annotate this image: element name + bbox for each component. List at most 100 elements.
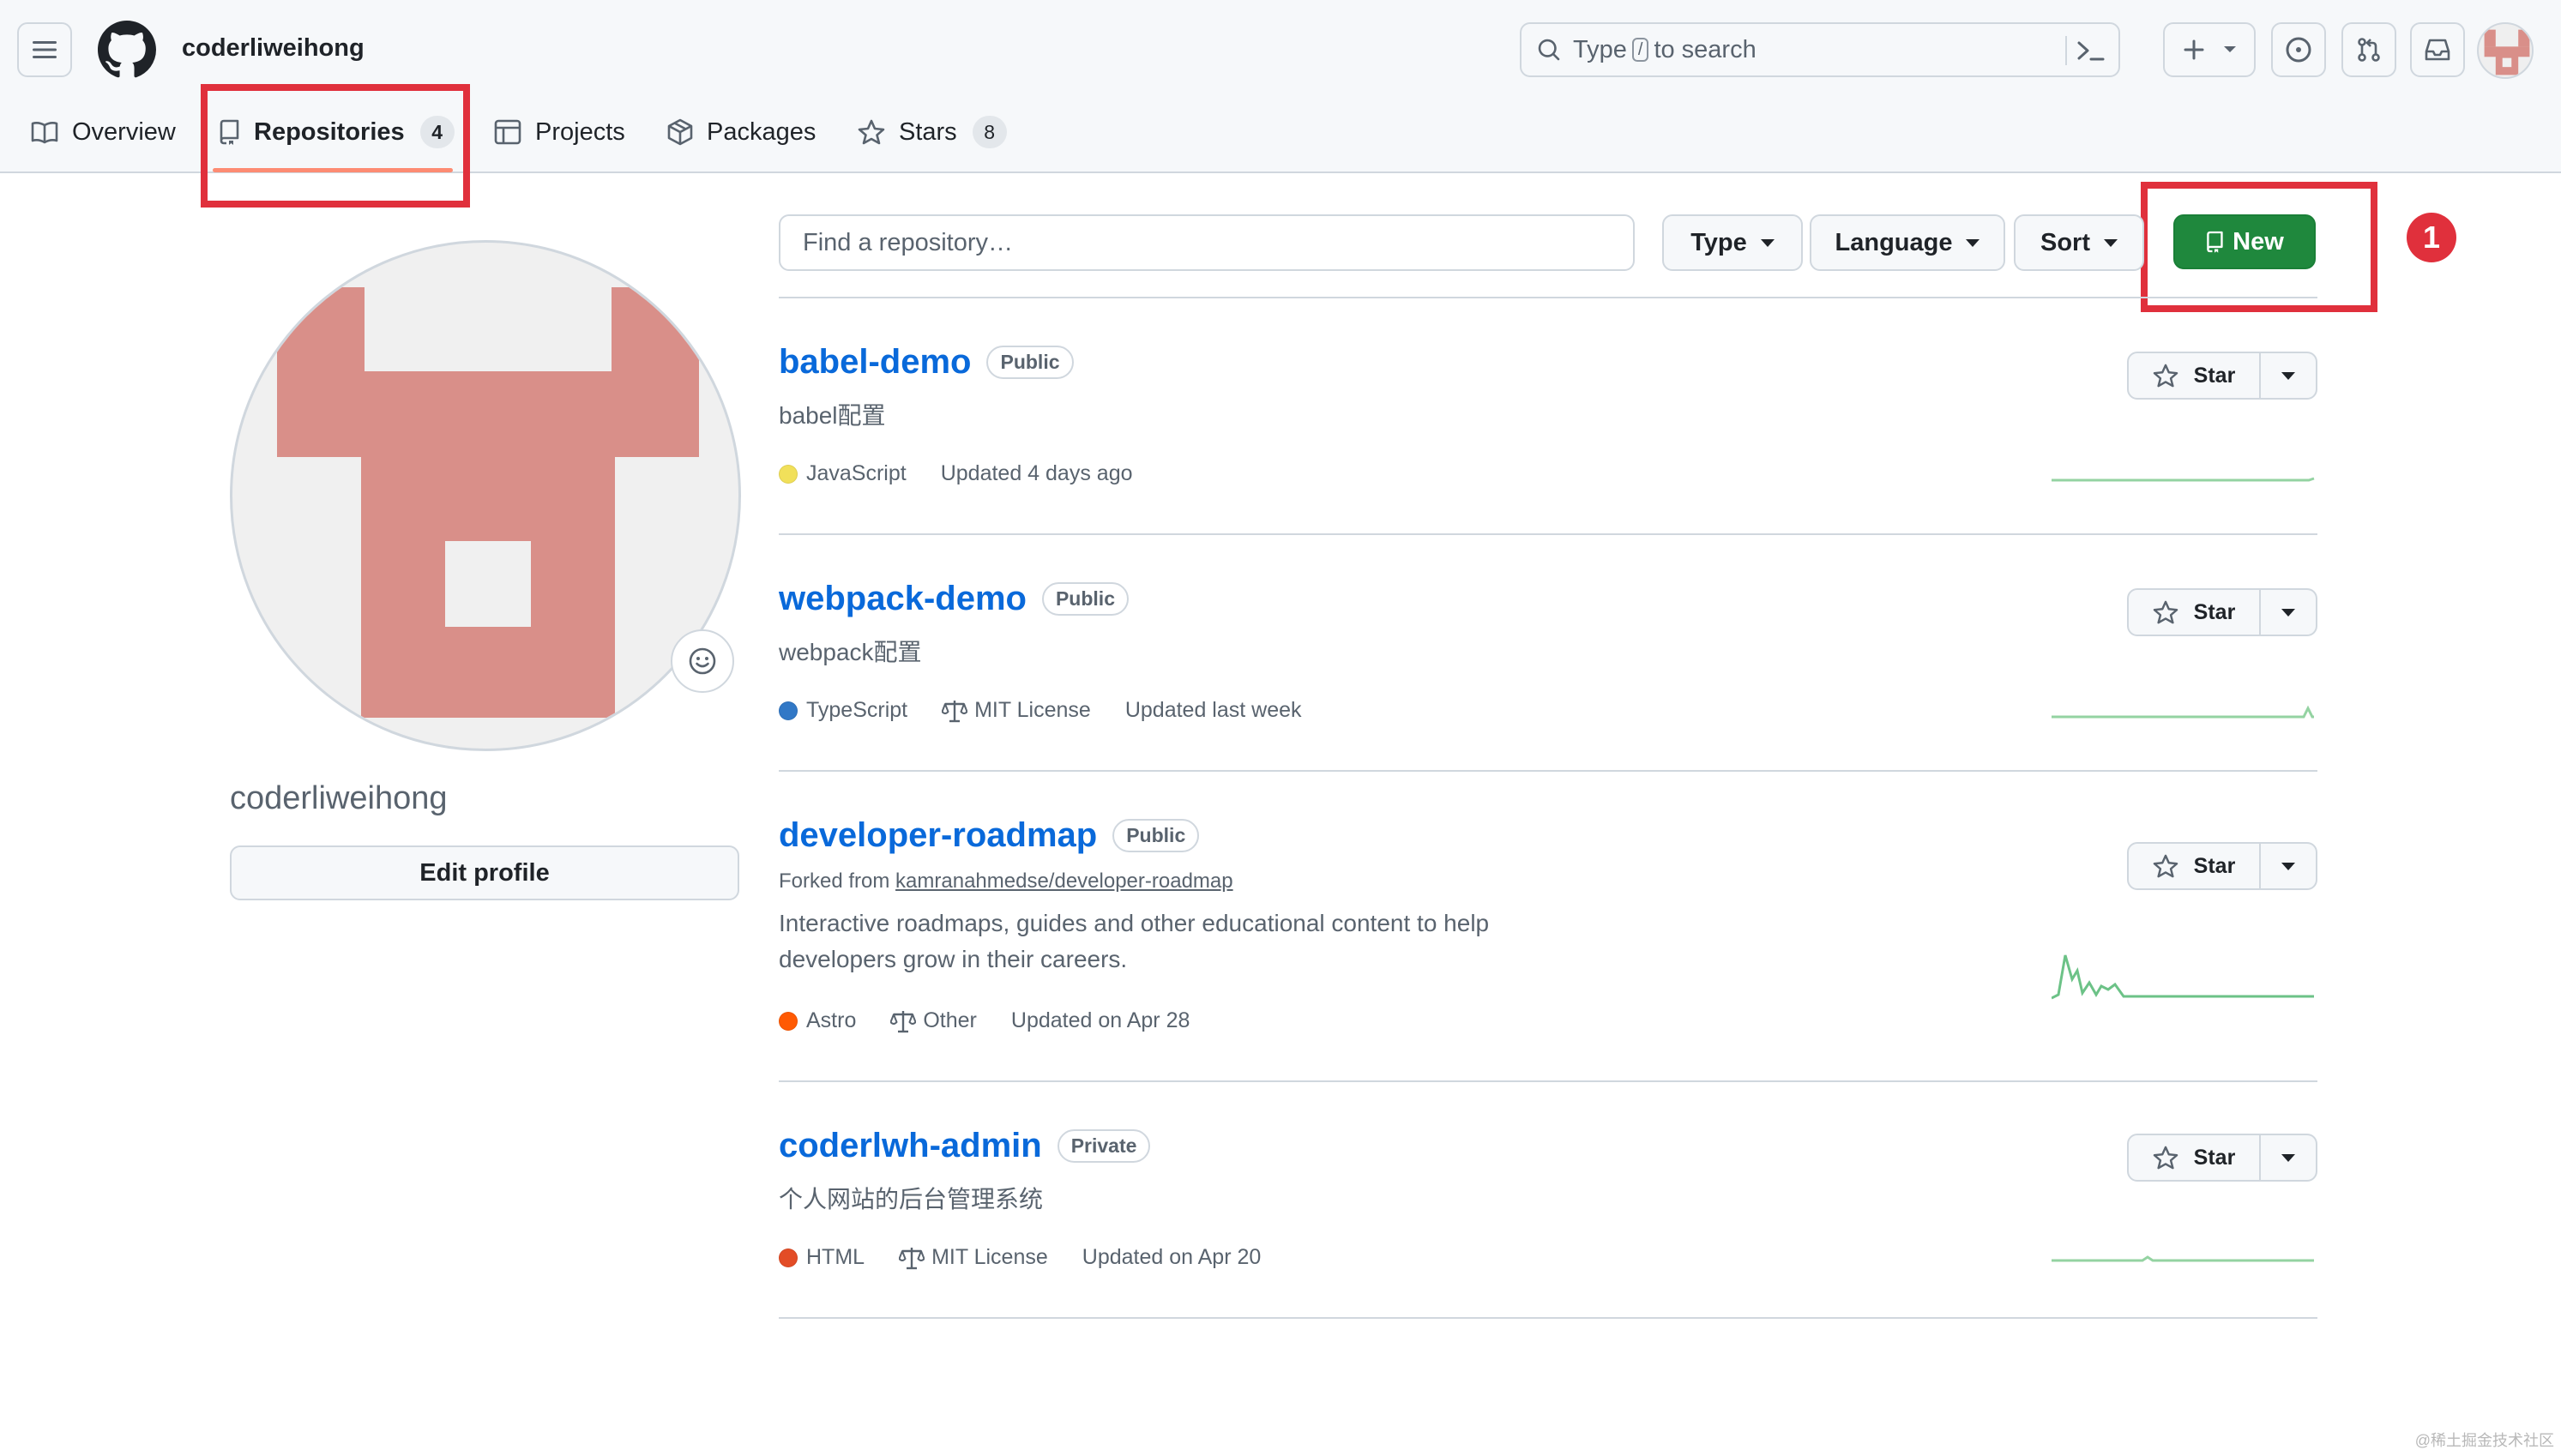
- law-scale-icon: [890, 1010, 917, 1032]
- repo-description: webpack配置: [779, 639, 922, 665]
- pull-requests-button[interactable]: [2341, 22, 2396, 77]
- repo-updated: Updated 4 days ago: [940, 461, 1133, 485]
- chevron-down-icon: [2104, 238, 2118, 247]
- repo-language: JavaScript: [779, 461, 907, 486]
- github-logo-icon[interactable]: [98, 21, 156, 79]
- book-icon: [31, 122, 58, 144]
- identicon-avatar-icon: [277, 287, 699, 718]
- repo-language: TypeScript: [779, 698, 907, 723]
- language-name: HTML: [806, 1245, 865, 1269]
- repo-license[interactable]: Other: [890, 1008, 977, 1033]
- repo-name-link[interactable]: webpack-demo: [779, 580, 1027, 618]
- language-filter-label: Language: [1835, 228, 1953, 256]
- hamburger-icon: [33, 41, 57, 58]
- table-icon: [494, 119, 521, 145]
- edit-profile-button[interactable]: Edit profile: [230, 845, 739, 900]
- chevron-down-icon: [1760, 238, 1775, 247]
- annotation-box-repositories: [201, 84, 470, 208]
- sort-dropdown[interactable]: Sort: [2014, 214, 2144, 271]
- repo-language: Astro: [779, 1008, 856, 1033]
- tab-stars[interactable]: Stars 8: [858, 115, 1007, 149]
- issues-button[interactable]: [2271, 22, 2326, 77]
- repo-description: babel配置: [779, 402, 886, 429]
- language-filter-dropdown[interactable]: Language: [1810, 214, 2005, 271]
- chevron-down-icon: [2281, 862, 2295, 870]
- repo-name-link[interactable]: developer-roadmap: [779, 816, 1097, 855]
- repo-meta: JavaScript Updated 4 days ago: [779, 461, 1167, 486]
- repo-title-row: developer-roadmap Public: [779, 816, 1200, 855]
- star-label: Star: [2193, 363, 2236, 388]
- star-label: Star: [2193, 599, 2236, 624]
- activity-sparkline: [2052, 1255, 2314, 1262]
- repo-list-item: coderlwh-admin Private 个人网站的后台管理系统 HTML …: [779, 1127, 2317, 1319]
- type-filter-dropdown[interactable]: Type: [1662, 214, 1803, 271]
- tab-projects-label: Projects: [535, 117, 625, 146]
- create-new-button[interactable]: [2163, 22, 2256, 77]
- profile-avatar[interactable]: [230, 240, 741, 751]
- chevron-down-icon: [2281, 608, 2295, 617]
- star-icon: [2153, 364, 2178, 388]
- star-list-dropdown[interactable]: [2261, 842, 2317, 890]
- sort-label: Sort: [2040, 228, 2090, 256]
- star-button[interactable]: Star: [2127, 352, 2261, 400]
- forked-source-link[interactable]: kamranahmedse/developer-roadmap: [895, 869, 1233, 893]
- star-list-dropdown[interactable]: [2261, 1134, 2317, 1182]
- tab-packages[interactable]: Packages: [667, 115, 816, 149]
- star-button[interactable]: Star: [2127, 588, 2261, 636]
- repo-description: Interactive roadmaps, guides and other e…: [779, 910, 1490, 972]
- repo-divider: [779, 1317, 2317, 1319]
- watermark-text: @稀土掘金技术社区: [2414, 1432, 2554, 1449]
- repo-list-item: webpack-demo Public webpack配置 TypeScript…: [779, 580, 2317, 772]
- find-repository-input[interactable]: [779, 214, 1635, 271]
- activity-sparkline: [2052, 954, 2314, 1000]
- forked-prefix: Forked from: [779, 869, 890, 893]
- repo-description: 个人网站的后台管理系统: [779, 1186, 1044, 1212]
- star-button[interactable]: Star: [2127, 1134, 2261, 1182]
- package-icon: [667, 118, 693, 146]
- header-username-link[interactable]: coderliweihong: [182, 34, 365, 63]
- license-name: MIT License: [931, 1245, 1048, 1269]
- star-list-dropdown[interactable]: [2261, 588, 2317, 636]
- tab-packages-label: Packages: [707, 117, 817, 146]
- inbox-button[interactable]: [2410, 22, 2465, 77]
- repo-license[interactable]: MIT License: [899, 1245, 1048, 1270]
- global-search-input[interactable]: Type / to search: [1520, 22, 2120, 77]
- repo-meta: Astro Other Updated on Apr 28: [779, 1008, 1224, 1033]
- set-status-button[interactable]: [671, 629, 734, 693]
- star-button-group: Star: [2127, 588, 2317, 636]
- visibility-badge: Private: [1057, 1129, 1151, 1163]
- chevron-down-icon: [2281, 371, 2295, 380]
- new-button-label: New: [2233, 227, 2284, 256]
- tab-overview[interactable]: Overview: [31, 115, 176, 149]
- new-repository-button[interactable]: New: [2173, 214, 2316, 269]
- tab-projects[interactable]: Projects: [494, 115, 625, 149]
- repo-title-row: babel-demo Public: [779, 343, 1074, 382]
- inbox-icon: [2425, 39, 2450, 61]
- activity-sparkline: [2052, 705, 2314, 719]
- language-color-dot: [779, 1248, 798, 1267]
- law-scale-icon: [899, 1247, 925, 1269]
- repo-title-row: coderlwh-admin Private: [779, 1127, 1151, 1165]
- repo-name-link[interactable]: babel-demo: [779, 343, 971, 382]
- repo-divider: [779, 533, 2317, 535]
- search-shortcut-key: /: [1631, 38, 1649, 62]
- repo-name-link[interactable]: coderlwh-admin: [779, 1127, 1042, 1165]
- hamburger-menu-button[interactable]: [17, 22, 72, 77]
- law-scale-icon: [942, 700, 968, 722]
- star-button-group: Star: [2127, 352, 2317, 400]
- annotation-step-badge: 1: [2407, 213, 2456, 262]
- language-name: TypeScript: [806, 698, 908, 722]
- chevron-down-icon: [2281, 1153, 2295, 1162]
- repo-license[interactable]: MIT License: [942, 698, 1091, 723]
- star-list-dropdown[interactable]: [2261, 352, 2317, 400]
- language-name: JavaScript: [806, 461, 907, 485]
- star-button[interactable]: Star: [2127, 842, 2261, 890]
- command-palette-icon[interactable]: [2076, 36, 2106, 65]
- repo-title-row: webpack-demo Public: [779, 580, 1129, 618]
- user-avatar-button[interactable]: [2477, 22, 2534, 79]
- git-pull-request-icon: [2358, 38, 2380, 62]
- repo-divider: [779, 1080, 2317, 1082]
- identicon-avatar-icon: [2484, 29, 2530, 75]
- search-prefix-text: Type: [1573, 35, 1627, 63]
- star-icon: [2153, 1146, 2178, 1170]
